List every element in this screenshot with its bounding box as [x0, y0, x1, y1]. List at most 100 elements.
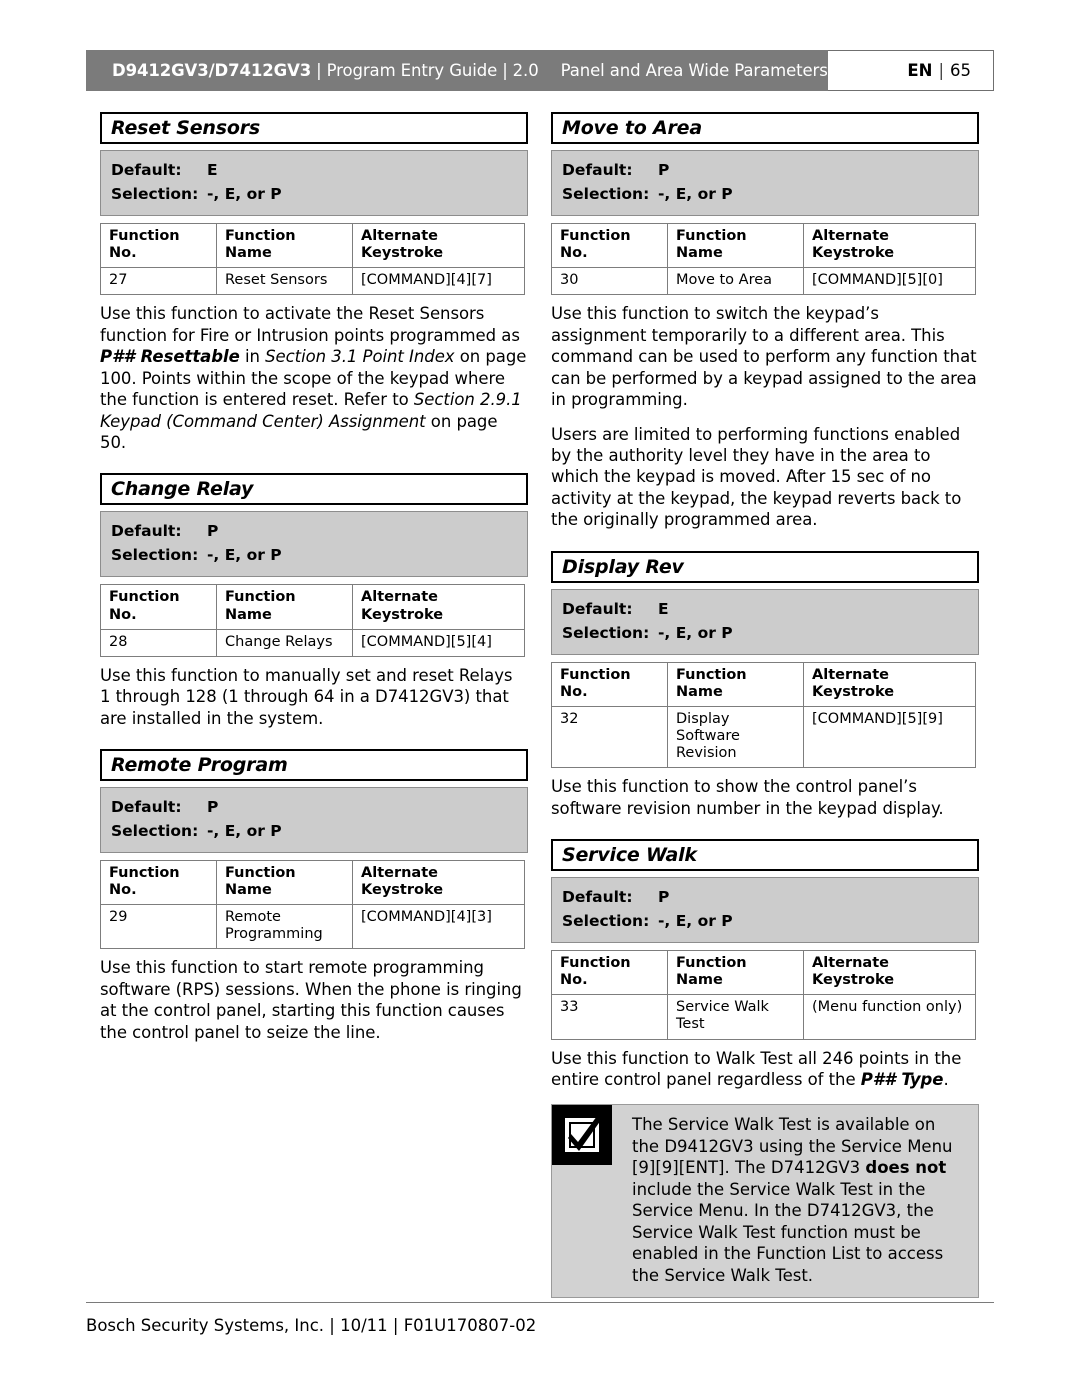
- function-table: Function No. Function Name Alternate Key…: [551, 661, 976, 769]
- selection-label: Selection:: [562, 185, 650, 203]
- section-title: Change Relay: [100, 473, 528, 506]
- th-line1: Function: [109, 589, 180, 606]
- function-table: Function No. Function Name Alternate Key…: [100, 860, 525, 950]
- default-label: Default:: [111, 798, 182, 817]
- table-row: 30 Move to Area [COMMAND][5][0]: [551, 267, 976, 296]
- th-function-no: Function No.: [100, 584, 217, 630]
- section-paragraph: Users are limited to performing function…: [551, 424, 962, 530]
- th-line1: Function: [109, 865, 180, 882]
- th-function-name: Function Name: [216, 584, 353, 630]
- th-alternate-keystroke: Alternate Keystroke: [803, 950, 976, 996]
- th-line2: No.: [560, 683, 588, 700]
- th-line2: No.: [109, 882, 137, 899]
- notice-box: The Service Walk Test is available on th…: [551, 1104, 979, 1298]
- selection-value: -, E, or P: [207, 822, 282, 841]
- section-title: Remote Program: [100, 749, 528, 782]
- table-header-row: Function No. Function Name Alternate Key…: [551, 222, 976, 269]
- th-line2: Keystroke: [361, 245, 444, 262]
- th-line1: Function: [560, 955, 631, 972]
- th-alternate-keystroke: Alternate Keystroke: [352, 222, 525, 269]
- section-paragraph: Use this function to activate the Reset …: [100, 304, 527, 452]
- section-title: Service Walk: [551, 839, 979, 872]
- header-page-number: 65: [950, 61, 971, 80]
- th-function-name: Function Name: [216, 860, 353, 906]
- default-value: P: [658, 161, 670, 179]
- section-paragraph: Use this function to Walk Test all 246 p…: [551, 1048, 962, 1089]
- notice-text-bold: does not: [865, 1158, 947, 1178]
- section-change-relay: Change Relay Default: P Selection: -, E,…: [100, 473, 528, 729]
- running-header-bar: D9412GV3/D7412GV3 | Program Entry Guide …: [86, 50, 828, 91]
- default-label: Default:: [562, 888, 633, 907]
- cell-function-name: Display Software Revision: [667, 705, 804, 769]
- table-header-row: Function No. Function Name Alternate Key…: [551, 661, 976, 707]
- section-move-to-area: Move to Area Default: P Selection: -, E,…: [551, 112, 979, 531]
- default-selection-block: Default: P Selection: -, E, or P: [100, 511, 528, 578]
- th-function-no: Function No.: [100, 860, 217, 906]
- th-line1: Function: [560, 666, 631, 683]
- header-sep-1: |: [316, 61, 322, 80]
- th-line1: Alternate: [812, 955, 889, 972]
- cell-function-no: 33: [551, 994, 668, 1040]
- section-title: Move to Area: [551, 112, 979, 144]
- default-label: Default:: [111, 522, 182, 541]
- default-row: Default: P: [552, 885, 978, 909]
- th-function-name: Function Name: [667, 222, 804, 269]
- default-label: Default:: [562, 161, 633, 179]
- th-line2: Keystroke: [812, 683, 895, 700]
- th-line2: No.: [109, 606, 137, 623]
- th-line2: No.: [560, 972, 588, 989]
- section-paragraph: Use this function to switch the keypad’s…: [551, 304, 977, 410]
- notice-text: The Service Walk Test is available on th…: [612, 1105, 978, 1297]
- header-sep-3: |: [938, 61, 944, 80]
- section-display-rev: Display Rev Default: E Selection: -, E, …: [551, 550, 979, 819]
- left-column: Reset Sensors Default: E Selection: -, E…: [100, 112, 528, 1043]
- cell-keystroke: [COMMAND][5][4]: [352, 628, 525, 657]
- th-function-no: Function No.: [551, 950, 668, 996]
- selection-row: Selection: -, E, or P: [552, 621, 978, 645]
- default-value: P: [207, 798, 219, 817]
- table-row: 33 Service Walk Test (Menu function only…: [551, 994, 976, 1040]
- cell-keystroke: [COMMAND][4][7]: [352, 267, 525, 296]
- table-row: 32 Display Software Revision [COMMAND][5…: [551, 705, 976, 769]
- function-table: Function No. Function Name Alternate Key…: [551, 222, 976, 296]
- running-header-page-box: EN | 65: [828, 50, 994, 91]
- header-sep-2: |: [502, 61, 508, 80]
- selection-value: -, E, or P: [658, 912, 733, 931]
- th-line2: No.: [560, 245, 588, 262]
- th-function-no: Function No.: [100, 222, 217, 269]
- selection-row: Selection: -, E, or P: [552, 909, 978, 933]
- cell-keystroke: [COMMAND][4][3]: [352, 904, 525, 950]
- cell-function-name: Remote Programming: [216, 904, 353, 950]
- cell-function-no: 32: [551, 705, 668, 769]
- th-line1: Alternate: [812, 228, 889, 244]
- th-alternate-keystroke: Alternate Keystroke: [352, 584, 525, 630]
- table-row: 29 Remote Programming [COMMAND][4][3]: [100, 904, 525, 950]
- th-function-name: Function Name: [667, 950, 804, 996]
- cell-function-name: Change Relays: [216, 628, 353, 657]
- table-row: 28 Change Relays [COMMAND][5][4]: [100, 628, 525, 657]
- default-label: Default:: [111, 161, 182, 179]
- default-row: Default: P: [101, 519, 527, 543]
- default-value: E: [207, 161, 218, 179]
- default-value: P: [207, 522, 219, 541]
- checkmark-notice-icon: [552, 1105, 612, 1166]
- default-selection-block: Default: E Selection: -, E, or P: [551, 588, 979, 655]
- selection-value: -, E, or P: [207, 546, 282, 565]
- th-line1: Function: [560, 228, 631, 244]
- selection-value: -, E, or P: [658, 185, 733, 203]
- selection-value: -, E, or P: [658, 623, 733, 642]
- section-paragraph: Use this function to show the control pa…: [551, 777, 944, 818]
- section-service-walk: Service Walk Default: P Selection: -, E,…: [551, 839, 979, 1298]
- cell-function-no: 28: [100, 628, 217, 657]
- table-header-row: Function No. Function Name Alternate Key…: [100, 860, 525, 906]
- default-row: Default: P: [552, 158, 978, 182]
- th-function-no: Function No.: [551, 222, 668, 269]
- selection-row: Selection: -, E, or P: [101, 182, 527, 206]
- function-table: Function No. Function Name Alternate Key…: [551, 950, 976, 1040]
- cell-keystroke: [COMMAND][5][9]: [803, 705, 976, 769]
- selection-row: Selection: -, E, or P: [101, 819, 527, 843]
- th-function-name: Function Name: [667, 661, 804, 707]
- function-table: Function No. Function Name Alternate Key…: [100, 584, 525, 657]
- cell-keystroke: [COMMAND][5][0]: [803, 267, 976, 296]
- selection-label: Selection:: [562, 623, 650, 642]
